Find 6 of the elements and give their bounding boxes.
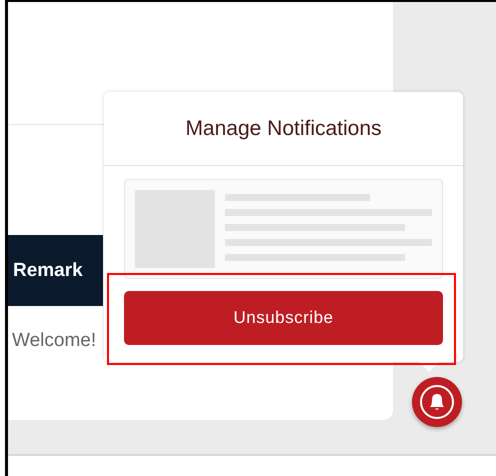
bell-icon <box>419 384 455 420</box>
unsubscribe-button[interactable]: Unsubscribe <box>124 291 443 345</box>
notification-bell-button[interactable] <box>412 377 462 427</box>
table-header: Remark <box>8 235 103 306</box>
popup-title: Manage Notifications <box>104 92 463 166</box>
welcome-message: Welcome! <box>11 330 98 352</box>
